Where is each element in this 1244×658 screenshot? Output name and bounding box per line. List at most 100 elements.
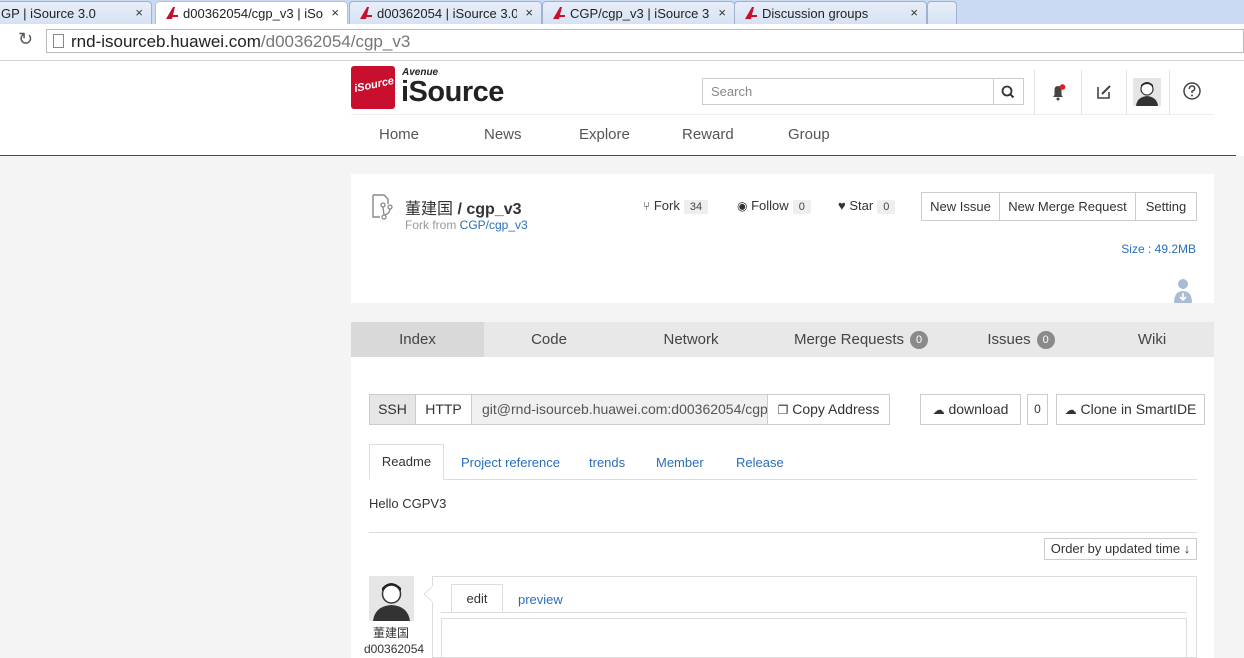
editor-tab-edit[interactable]: edit xyxy=(451,584,503,613)
logo-text: iSource xyxy=(401,76,504,108)
follow-count: 0 xyxy=(792,200,811,214)
divider xyxy=(1034,70,1035,114)
fork-source: Fork from CGP/cgp_v3 xyxy=(405,218,528,232)
fork-count: 34 xyxy=(683,200,709,214)
divider xyxy=(441,612,1187,613)
cloud-download-icon: ☁ xyxy=(932,403,945,417)
tab-issues[interactable]: Issues 0 xyxy=(971,322,1071,357)
tab-index[interactable]: Index xyxy=(351,322,484,357)
close-icon[interactable]: × xyxy=(910,5,918,20)
browser-tab[interactable]: d00362054 | iSource 3.0 × xyxy=(349,1,542,24)
subtab-readme[interactable]: Readme xyxy=(369,444,444,480)
url-field[interactable]: rnd-isourceb.huawei.com/d00362054/cgp_v3 xyxy=(46,29,1244,53)
comment-textarea[interactable] xyxy=(441,618,1187,658)
heart-icon: ♥ xyxy=(838,198,846,213)
tab-network[interactable]: Network xyxy=(621,322,761,357)
search-input[interactable] xyxy=(703,79,995,104)
divider xyxy=(1126,70,1127,114)
browser-tab[interactable]: CGP/cgp_v3 | iSource 3. × xyxy=(542,1,735,24)
new-tab-button[interactable] xyxy=(927,1,957,24)
speech-pointer xyxy=(424,586,433,602)
notification-button[interactable] xyxy=(1044,78,1072,106)
clone-url-field[interactable]: git@rnd-isourceb.huawei.com:d00362054/cg… xyxy=(471,394,768,425)
close-icon[interactable]: × xyxy=(718,5,726,20)
nav-home[interactable]: Home xyxy=(379,126,419,143)
logo-badge: iSource xyxy=(351,66,395,109)
fork-source-link[interactable]: CGP/cgp_v3 xyxy=(460,218,528,232)
user-download-icon[interactable] xyxy=(1172,277,1194,303)
close-icon[interactable]: × xyxy=(525,5,533,20)
nav-explore[interactable]: Explore xyxy=(579,126,630,143)
project-owner[interactable]: 董建国 xyxy=(405,201,453,218)
divider xyxy=(351,114,1214,115)
page-icon xyxy=(53,34,64,48)
subtab-trends[interactable]: trends xyxy=(589,455,625,470)
fork-button[interactable]: ⑂ Fork 34 xyxy=(643,198,709,214)
project-tabs: Index Code Network Merge Requests 0 Issue… xyxy=(351,322,1214,357)
order-dropdown[interactable]: Order by updated time ↓ xyxy=(1044,538,1197,560)
browser-tab-title: d00362054 | iSource 3.0 xyxy=(377,6,517,21)
star-count: 0 xyxy=(877,200,896,214)
issues-count: 0 xyxy=(1036,331,1055,349)
download-count: 0 xyxy=(1027,394,1048,425)
tab-code[interactable]: Code xyxy=(484,322,614,357)
copy-icon: ❐ xyxy=(777,403,789,417)
ssh-button[interactable]: SSH xyxy=(369,394,416,425)
close-icon[interactable]: × xyxy=(331,5,339,20)
favicon-icon xyxy=(553,7,565,19)
browser-tab-active[interactable]: d00362054/cgp_v3 | iSo × xyxy=(155,1,348,25)
setting-button[interactable]: Setting xyxy=(1135,192,1197,221)
divider xyxy=(369,479,1197,480)
follow-button[interactable]: ◉ Follow 0 xyxy=(737,198,811,214)
browser-tab[interactable]: Discussion groups × xyxy=(734,1,927,24)
tab-wiki[interactable]: Wiki xyxy=(1111,322,1193,357)
copy-address-button[interactable]: ❐ Copy Address xyxy=(767,394,890,425)
user-avatar-button[interactable] xyxy=(1133,78,1161,106)
new-merge-request-button[interactable]: New Merge Request xyxy=(999,192,1136,221)
edit-button[interactable] xyxy=(1090,78,1118,106)
search-icon xyxy=(1001,85,1015,99)
search-box xyxy=(702,78,1024,105)
tab-merge-requests[interactable]: Merge Requests 0 xyxy=(781,322,941,357)
browser-tab-title: d00362054/cgp_v3 | iSo xyxy=(183,6,323,21)
nav-news[interactable]: News xyxy=(484,126,522,143)
avatar-icon xyxy=(1133,78,1161,106)
http-button[interactable]: HTTP xyxy=(415,394,472,425)
nav-group[interactable]: Group xyxy=(788,126,830,143)
subtab-member[interactable]: Member xyxy=(656,455,704,470)
project-title: 董建国 / cgp_v3 xyxy=(405,201,522,218)
subtab-project-reference[interactable]: Project reference xyxy=(461,455,560,470)
comment-user-name: 董建国 xyxy=(373,626,410,640)
editor-tab-preview[interactable]: preview xyxy=(518,592,563,607)
project-header: 董建国 / cgp_v3 Fork from CGP/cgp_v3 ⑂ Fork… xyxy=(351,174,1214,303)
download-button[interactable]: ☁ download xyxy=(920,394,1021,425)
repo-fork-icon xyxy=(372,194,393,220)
reload-icon[interactable]: ↻ xyxy=(18,29,33,50)
question-icon xyxy=(1183,82,1201,100)
close-icon[interactable]: × xyxy=(135,5,143,20)
browser-tab[interactable]: GP | iSource 3.0 × xyxy=(0,1,152,24)
help-button[interactable] xyxy=(1178,78,1206,106)
browser-tab-title: GP | iSource 3.0 xyxy=(1,6,96,21)
readme-content: Hello CGPV3 xyxy=(369,496,447,511)
favicon-icon xyxy=(745,7,757,19)
eye-icon: ◉ xyxy=(737,199,748,213)
edit-icon xyxy=(1097,85,1111,99)
browser-tab-title: Discussion groups xyxy=(762,6,869,21)
project-name[interactable]: cgp_v3 xyxy=(466,201,521,218)
search-button[interactable] xyxy=(993,79,1023,104)
repo-size: Size : 49.2MB xyxy=(1121,242,1196,256)
divider xyxy=(1081,70,1082,114)
new-issue-button[interactable]: New Issue xyxy=(921,192,1000,221)
avatar-icon xyxy=(373,583,410,621)
bell-icon xyxy=(1053,84,1066,101)
star-button[interactable]: ♥ Star 0 xyxy=(838,198,896,214)
merge-requests-count: 0 xyxy=(910,331,929,349)
clone-smartide-button[interactable]: ☁ Clone in SmartIDE xyxy=(1056,394,1205,425)
subtab-release[interactable]: Release xyxy=(736,455,784,470)
browser-tab-title: CGP/cgp_v3 | iSource 3. xyxy=(570,6,710,21)
favicon-icon xyxy=(360,7,372,19)
nav-reward[interactable]: Reward xyxy=(682,126,734,143)
cloud-download-icon: ☁ xyxy=(1064,403,1077,417)
browser-tab-bar: GP | iSource 3.0 × d00362054/cgp_v3 | iS… xyxy=(0,0,1244,25)
